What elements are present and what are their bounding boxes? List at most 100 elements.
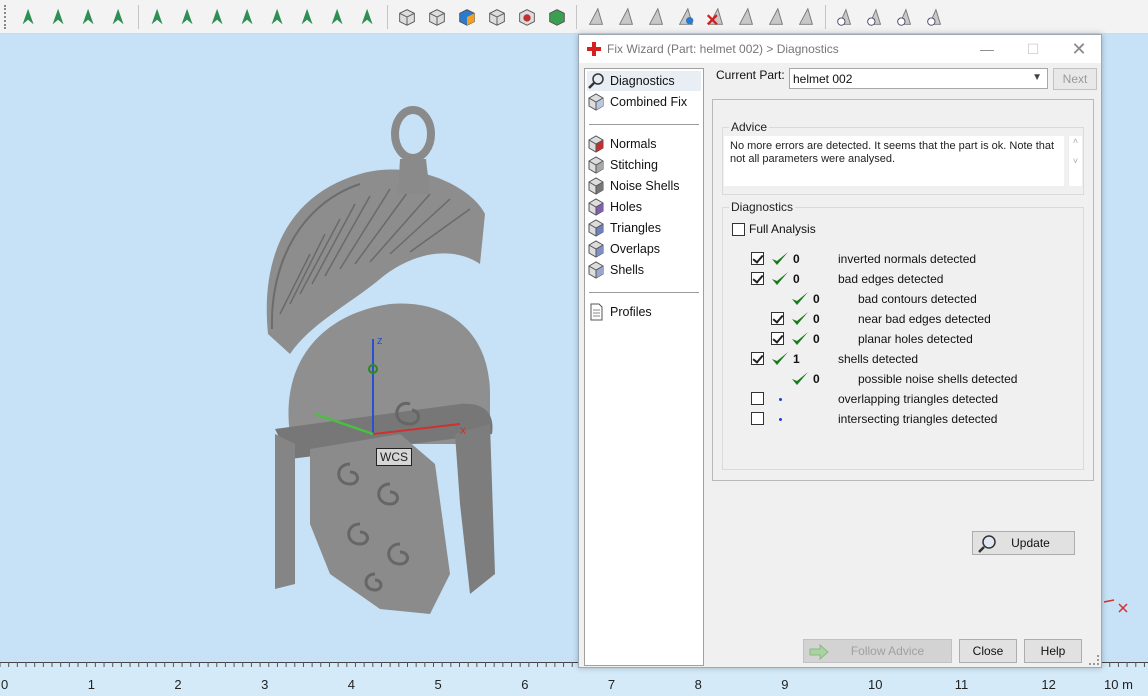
nav-label: Profiles xyxy=(610,305,652,319)
nav-label: Triangles xyxy=(610,221,661,235)
shells-detected-checkbox[interactable] xyxy=(751,352,764,365)
nav-item-triangles[interactable]: Triangles xyxy=(587,218,701,238)
nav-item-overlaps[interactable]: Overlaps xyxy=(587,239,701,259)
wave-select-icon[interactable] xyxy=(235,4,261,30)
ruler-label: 0 xyxy=(1,677,9,692)
nav-item-noise-shells[interactable]: Noise Shells xyxy=(587,176,701,196)
region-select-icon[interactable] xyxy=(295,4,321,30)
nav-item-profiles[interactable]: Profiles xyxy=(587,302,701,322)
planar-holes-detected-checkbox[interactable] xyxy=(771,332,784,345)
full-analysis-checkbox[interactable] xyxy=(732,223,745,236)
follow-advice-button[interactable]: Follow Advice xyxy=(803,639,952,663)
planar-select-icon[interactable] xyxy=(265,4,291,30)
nav-item-diagnostics[interactable]: Diagnostics xyxy=(587,71,701,91)
overlapping-triangles-detected-checkbox[interactable] xyxy=(751,392,764,405)
current-part-select[interactable]: helmet 002 ▼ xyxy=(789,68,1048,89)
shells-detected-label: shells detected xyxy=(838,352,919,366)
lasso-select-icon[interactable] xyxy=(175,4,201,30)
check-icon xyxy=(771,271,789,287)
resize-grip[interactable] xyxy=(1089,655,1099,665)
triangle-plain-icon[interactable] xyxy=(793,4,819,30)
update-button[interactable]: Update xyxy=(972,531,1075,555)
dialog-title: Fix Wizard (Part: helmet 002) > Diagnost… xyxy=(607,42,839,56)
triangle-tool-icon[interactable] xyxy=(583,4,609,30)
advice-scrollbar[interactable]: ˄ ˅ xyxy=(1068,136,1082,186)
next-button[interactable]: Next xyxy=(1053,68,1097,90)
box-view-red-icon[interactable] xyxy=(514,4,540,30)
nav-item-combined-fix[interactable]: Combined Fix xyxy=(587,92,701,112)
box-view-front-icon[interactable] xyxy=(394,4,420,30)
nav-label: Diagnostics xyxy=(610,74,675,88)
star-select-icon[interactable] xyxy=(325,4,351,30)
noise-shells-icon xyxy=(588,177,604,195)
update-label: Update xyxy=(1011,536,1050,550)
diagnostics-panel: Advice No more errors are detected. It s… xyxy=(712,99,1094,555)
inverted-normals-detected-checkbox[interactable] xyxy=(751,252,764,265)
ruler-label: 9 xyxy=(781,677,789,692)
box-view-green-icon[interactable] xyxy=(544,4,570,30)
nav-item-normals[interactable]: Normals xyxy=(587,134,701,154)
pending-dot-icon xyxy=(779,418,782,421)
toolbar-separator xyxy=(138,4,139,29)
x-axis-label: x xyxy=(460,423,466,437)
box-view-top-icon[interactable] xyxy=(424,4,450,30)
near-bad-edges-detected-count: 0 xyxy=(813,312,820,326)
circle-select-icon[interactable] xyxy=(355,4,381,30)
box-view-wire-icon[interactable] xyxy=(484,4,510,30)
nav-label: Holes xyxy=(610,200,642,214)
triangle-dual-icon[interactable] xyxy=(763,4,789,30)
ruler-label: 11 xyxy=(954,677,969,692)
bad-edges-detected-label: bad edges detected xyxy=(838,272,944,286)
advice-group: Advice No more errors are detected. It s… xyxy=(722,120,1084,195)
nav-label: Normals xyxy=(610,137,657,151)
eye-triangle-blue-icon[interactable] xyxy=(862,4,888,30)
close-window-button[interactable]: ✕ xyxy=(1059,39,1099,59)
ruler-label: 2 xyxy=(174,677,182,692)
fix-wizard-dialog: Fix Wizard (Part: helmet 002) > Diagnost… xyxy=(578,34,1102,668)
helmet-model[interactable]: x z xyxy=(250,104,510,624)
triangle-blue-icon[interactable] xyxy=(673,4,699,30)
select-curve-icon[interactable] xyxy=(76,4,102,30)
possible-noise-shells-detected-label: possible noise shells detected xyxy=(858,372,1018,386)
select-surface-icon[interactable] xyxy=(46,4,72,30)
triangles-icon xyxy=(588,219,604,237)
toolbar-grip[interactable] xyxy=(4,4,8,29)
triangle-sync-icon[interactable] xyxy=(643,4,669,30)
ruler-label: 7 xyxy=(607,677,616,692)
bad-edges-detected-checkbox[interactable] xyxy=(751,272,764,285)
ruler-label: 3 xyxy=(261,677,269,692)
advice-text: No more errors are detected. It seems th… xyxy=(724,136,1064,186)
minimize-button[interactable]: — xyxy=(967,39,1007,59)
triangle-grid-icon[interactable] xyxy=(733,4,759,30)
shells-icon xyxy=(588,261,604,279)
ruler-label: 8 xyxy=(694,677,702,692)
close-button[interactable]: Close xyxy=(959,639,1017,663)
eye-triangle-icon[interactable] xyxy=(832,4,858,30)
nav-item-shells[interactable]: Shells xyxy=(587,260,701,280)
toolbar-separator xyxy=(825,4,826,29)
wizard-nav: Diagnostics Combined Fix Normals Stitching N… xyxy=(584,68,704,666)
select-shell-icon[interactable] xyxy=(106,4,132,30)
maximize-button[interactable]: ☐ xyxy=(1013,39,1053,59)
eye-triangle-2-icon[interactable] xyxy=(892,4,918,30)
intersecting-triangles-detected-checkbox[interactable] xyxy=(751,412,764,425)
full-analysis-label: Full Analysis xyxy=(749,222,816,236)
nav-item-stitching[interactable]: Stitching xyxy=(587,155,701,175)
brush-select-icon[interactable] xyxy=(205,4,231,30)
current-part-label: Current Part: xyxy=(716,68,785,82)
holes-icon xyxy=(588,198,604,216)
nav-item-holes[interactable]: Holes xyxy=(587,197,701,217)
check-icon xyxy=(791,291,809,307)
bad-contours-detected-label: bad contours detected xyxy=(858,292,977,306)
ruler-label: 1 xyxy=(87,677,95,692)
triangle-edit-icon[interactable] xyxy=(613,4,639,30)
help-button[interactable]: Help xyxy=(1024,639,1082,663)
near-bad-edges-detected-checkbox[interactable] xyxy=(771,312,784,325)
ruler-unit: 10 m xyxy=(1104,677,1133,692)
rect-select-icon[interactable] xyxy=(145,4,171,30)
select-icon[interactable] xyxy=(16,4,42,30)
triangle-delete-icon[interactable] xyxy=(703,4,729,30)
box-view-color-icon[interactable] xyxy=(454,4,480,30)
eye-triangle-gray-icon[interactable] xyxy=(922,4,948,30)
diagnostics-title: Diagnostics xyxy=(729,200,796,214)
